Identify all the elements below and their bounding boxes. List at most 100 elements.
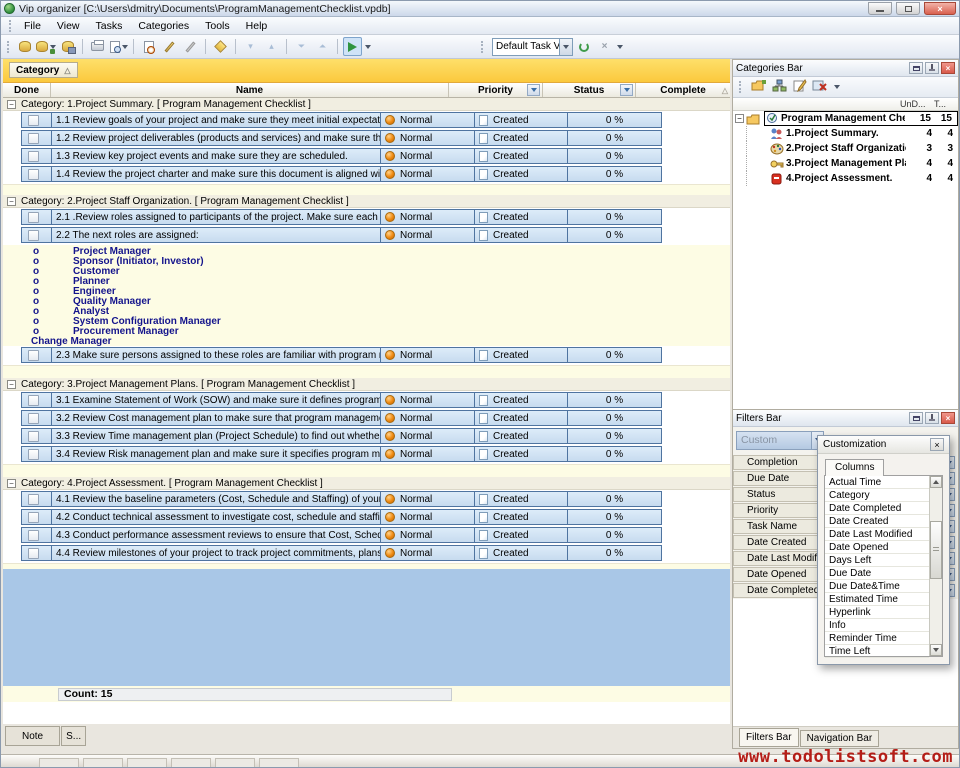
panel-close-button[interactable]: × <box>941 62 955 74</box>
group-by-category-chip[interactable]: Category △ <box>9 62 78 78</box>
col-header-complete[interactable]: Complete△ <box>636 83 730 97</box>
done-cell[interactable] <box>21 491 52 507</box>
priority-cell[interactable]: Normal <box>380 166 475 182</box>
tree-item-plans[interactable]: 3.Project Management Plans. 4 4 <box>733 156 958 171</box>
task-checkbox[interactable] <box>28 512 39 523</box>
column-option[interactable]: Date Created <box>825 515 929 528</box>
priority-cell[interactable]: Normal <box>380 347 475 363</box>
save-database-button[interactable] <box>58 37 77 56</box>
refresh-view-button[interactable] <box>574 37 593 56</box>
status-filter-button[interactable] <box>620 84 633 96</box>
collapse-icon[interactable]: − <box>7 100 16 109</box>
column-option[interactable]: Due Date <box>825 567 929 580</box>
column-option[interactable]: Time Left <box>825 645 929 658</box>
panel-window-button[interactable] <box>909 412 923 424</box>
task-checkbox[interactable] <box>28 151 39 162</box>
taskbar-button[interactable] <box>127 758 167 768</box>
delete-task-button[interactable] <box>181 37 200 56</box>
column-option[interactable]: Date Opened <box>825 541 929 554</box>
priority-cell[interactable]: Normal <box>380 410 475 426</box>
status-cell[interactable]: Created <box>474 166 568 182</box>
task-name-cell[interactable]: 2.2 The next roles are assigned: <box>51 227 381 243</box>
tab-note[interactable]: Note <box>5 726 60 746</box>
priority-cell[interactable]: Normal <box>380 527 475 543</box>
status-cell[interactable]: Created <box>474 527 568 543</box>
move-bottom-button[interactable]: ⏷ <box>292 37 311 56</box>
scroll-up-button[interactable] <box>930 476 942 488</box>
priority-filter-button[interactable] <box>527 84 540 96</box>
edit-task-button[interactable] <box>160 37 179 56</box>
task-checkbox[interactable] <box>28 169 39 180</box>
move-top-button[interactable]: ⏶ <box>313 37 332 56</box>
new-task-button[interactable] <box>139 37 158 56</box>
collapse-icon[interactable]: − <box>7 380 16 389</box>
task-name-cell[interactable]: 1.4 Review the project charter and make … <box>51 166 381 182</box>
filter-field[interactable]: Priority <box>733 503 830 518</box>
status-cell[interactable]: Created <box>474 347 568 363</box>
done-cell[interactable] <box>21 392 52 408</box>
status-cell[interactable]: Created <box>474 130 568 146</box>
task-checkbox[interactable] <box>28 115 39 126</box>
move-down-button[interactable]: ▾ <box>241 37 260 56</box>
chevron-down-icon[interactable] <box>617 45 623 49</box>
customization-title-bar[interactable]: Customization × <box>818 436 949 454</box>
col-header-done[interactable]: Done <box>3 83 51 97</box>
priority-cell[interactable]: Normal <box>380 227 475 243</box>
status-cell[interactable]: Created <box>474 545 568 561</box>
filter-field[interactable]: Due Date <box>733 471 830 486</box>
task-checkbox[interactable] <box>28 413 39 424</box>
panel-pin-button[interactable] <box>925 412 939 424</box>
filter-field[interactable]: Date Opened <box>733 567 830 582</box>
menu-categories[interactable]: Categories <box>130 19 197 33</box>
column-option[interactable]: Date Last Modified <box>825 528 929 541</box>
filter-field[interactable]: Completion <box>733 455 830 470</box>
scroll-down-button[interactable] <box>930 644 942 656</box>
print-preview-button[interactable] <box>109 37 128 56</box>
task-name-cell[interactable]: 3.2 Review Cost management plan to make … <box>51 410 381 426</box>
clear-view-button[interactable]: × <box>595 37 614 56</box>
move-up-button[interactable]: ▴ <box>262 37 281 56</box>
task-checkbox[interactable] <box>28 449 39 460</box>
task-checkbox[interactable] <box>28 212 39 223</box>
priority-cell[interactable]: Normal <box>380 392 475 408</box>
task-name-cell[interactable]: 3.1 Examine Statement of Work (SOW) and … <box>51 392 381 408</box>
tab-columns[interactable]: Columns <box>825 459 884 476</box>
menu-file[interactable]: File <box>16 19 49 33</box>
task-checkbox[interactable] <box>28 230 39 241</box>
task-name-cell[interactable]: 1.1 Review goals of your project and mak… <box>51 112 381 128</box>
status-cell[interactable]: Created <box>474 410 568 426</box>
task-name-cell[interactable]: 2.3 Make sure persons assigned to these … <box>51 347 381 363</box>
filter-field[interactable]: Date Created <box>733 535 830 550</box>
dialog-close-button[interactable]: × <box>930 438 944 451</box>
collapse-icon[interactable]: − <box>735 114 744 123</box>
task-checkbox[interactable] <box>28 431 39 442</box>
status-cell[interactable]: Created <box>474 446 568 462</box>
priority-cell[interactable]: Normal <box>380 509 475 525</box>
task-name-cell[interactable]: 4.3 Conduct performance assessment revie… <box>51 527 381 543</box>
task-view-dropdown[interactable] <box>559 39 572 55</box>
close-button[interactable]: × <box>924 2 956 15</box>
tree-item-summary[interactable]: 1.Project Summary. 4 4 <box>733 126 958 141</box>
status-cell[interactable]: Created <box>474 209 568 225</box>
delete-category-button[interactable] <box>812 79 827 95</box>
menu-tools[interactable]: Tools <box>197 19 238 33</box>
task-name-cell[interactable]: 3.4 Review Risk management plan and make… <box>51 446 381 462</box>
priority-cell[interactable]: Normal <box>380 112 475 128</box>
filter-field[interactable]: Status <box>733 487 830 502</box>
tab-filters-bar[interactable]: Filters Bar <box>739 728 799 747</box>
done-cell[interactable] <box>21 545 52 561</box>
done-cell[interactable] <box>21 446 52 462</box>
menu-tasks[interactable]: Tasks <box>88 19 131 33</box>
done-cell[interactable] <box>21 209 52 225</box>
done-cell[interactable] <box>21 130 52 146</box>
panel-window-button[interactable] <box>909 62 923 74</box>
taskbar-button[interactable] <box>39 758 79 768</box>
menu-view[interactable]: View <box>49 19 88 33</box>
priority-cell[interactable]: Normal <box>380 428 475 444</box>
column-option[interactable]: Actual Time <box>825 476 929 489</box>
highlight-toggle-button[interactable] <box>343 37 362 56</box>
tree-item-assessment[interactable]: 4.Project Assessment. 4 4 <box>733 171 958 186</box>
taskbar-button[interactable] <box>259 758 299 768</box>
status-cell[interactable]: Created <box>474 112 568 128</box>
tree-item-checklist[interactable]: − Program Management Checklis 15 15 <box>733 111 958 126</box>
